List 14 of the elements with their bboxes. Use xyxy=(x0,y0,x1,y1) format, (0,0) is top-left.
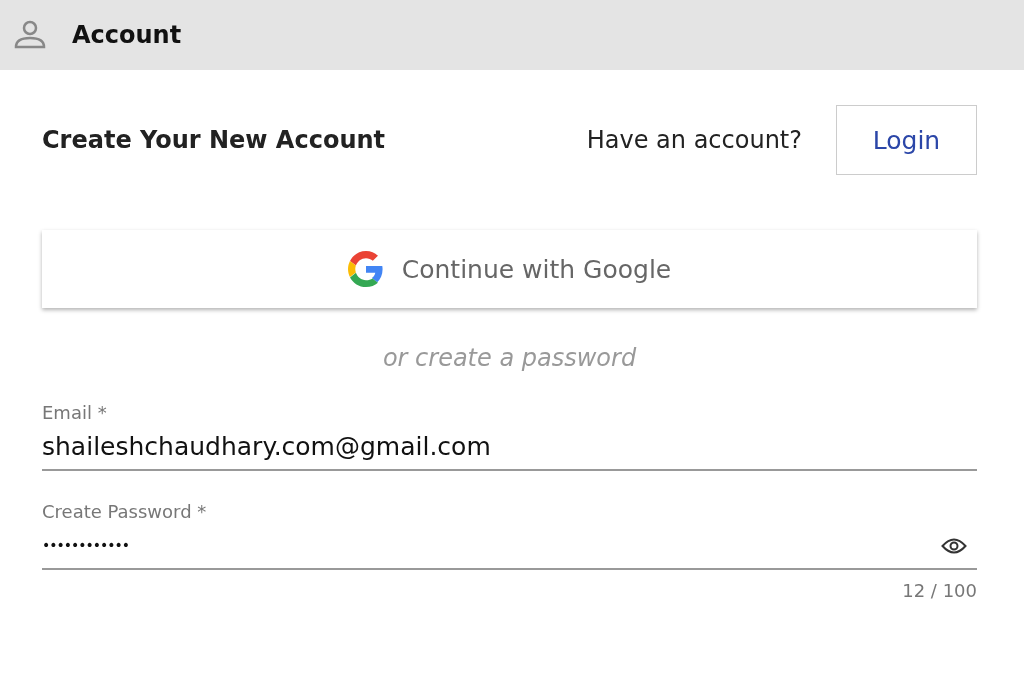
user-icon xyxy=(14,20,46,50)
login-prompt: Have an account? xyxy=(586,126,802,154)
field-label: Create Password * xyxy=(42,501,208,522)
password-field[interactable]: •••••••••••• xyxy=(42,522,977,570)
eye-icon[interactable] xyxy=(941,537,967,555)
header-title: Account xyxy=(72,21,182,49)
field-label: Email * xyxy=(42,402,108,423)
email-field[interactable]: shaileshchaudhary.com@gmail.com xyxy=(42,423,977,471)
google-g-icon xyxy=(347,251,384,287)
login-button[interactable]: Login xyxy=(836,105,977,175)
google-sign-in-button[interactable]: Continue with Google xyxy=(42,230,977,308)
divider-text: or create a password xyxy=(382,344,637,372)
page-heading: Create Your New Account xyxy=(42,126,387,154)
character-counter: 12 / 100 xyxy=(902,580,977,601)
